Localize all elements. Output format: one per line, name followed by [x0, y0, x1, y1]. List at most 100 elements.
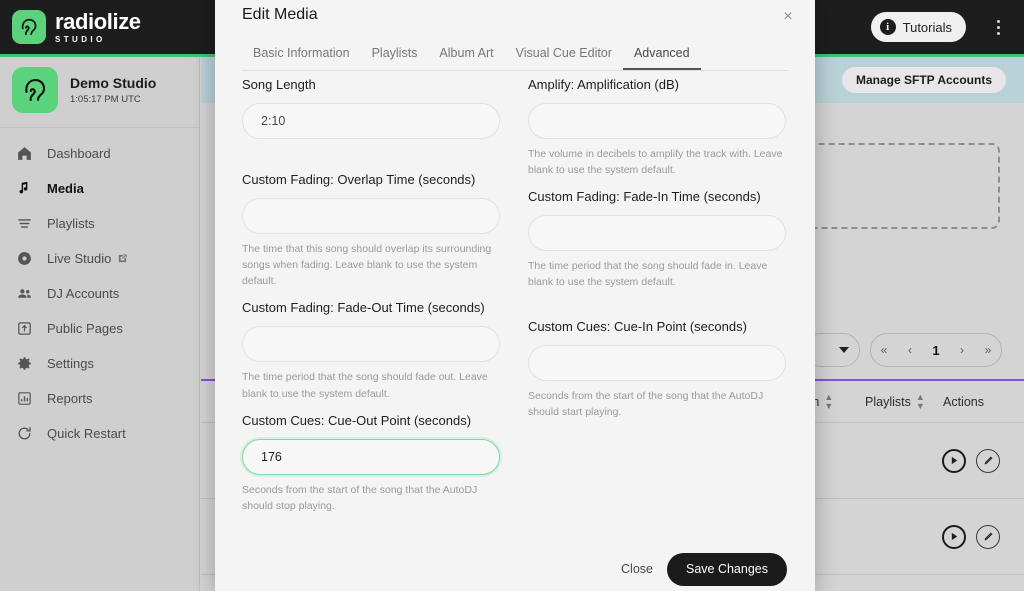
- refresh-icon: [18, 427, 31, 440]
- play-icon[interactable]: [942, 448, 966, 473]
- advanced-form: Song Length Custom Fading: Overlap Time …: [215, 76, 815, 547]
- field-label: Custom Fading: Fade-Out Time (seconds): [242, 300, 485, 316]
- field-fade-out-time: Custom Fading: Fade-Out Time (seconds) T…: [242, 299, 500, 401]
- field-cue-out-point: Custom Cues: Cue-Out Point (seconds) Sec…: [242, 412, 500, 514]
- sidebar-item-live-studio[interactable]: Live Studio: [0, 241, 199, 276]
- sidebar-item-label: Settings: [47, 356, 94, 371]
- tab-visual-cue-editor[interactable]: Visual Cue Editor: [505, 42, 623, 70]
- sidebar-item-reports[interactable]: Reports: [0, 381, 199, 416]
- edit-icon[interactable]: [976, 448, 1000, 473]
- chevron-down-icon: [839, 347, 849, 353]
- table-toolbar: « ‹ 1 › »: [804, 333, 1002, 367]
- song-length-input[interactable]: [242, 102, 500, 139]
- form-column-left: Song Length Custom Fading: Overlap Time …: [242, 76, 500, 524]
- pagination-first[interactable]: «: [871, 343, 897, 357]
- field-label: Custom Fading: Overlap Time (seconds): [242, 171, 476, 187]
- sidebar: Demo Studio 1:05:17 PM UTC Dashboard Med…: [0, 57, 200, 591]
- kebab-dot: [996, 19, 1000, 23]
- overflow-menu-icon[interactable]: [988, 14, 1008, 40]
- tab-album-art[interactable]: Album Art: [428, 42, 504, 70]
- brand-subtitle: STUDIO: [55, 34, 106, 44]
- home-icon: [18, 147, 31, 160]
- field-help-text: The volume in decibels to amplify the tr…: [528, 147, 783, 177]
- brand-name: radiolize: [55, 8, 141, 34]
- list-icon: [18, 219, 31, 228]
- field-fade-in-time: Custom Fading: Fade-In Time (seconds) Th…: [528, 188, 786, 290]
- station-summary[interactable]: Demo Studio 1:05:17 PM UTC: [0, 57, 199, 128]
- sidebar-item-label: Quick Restart: [47, 426, 126, 441]
- sidebar-item-quick-restart[interactable]: Quick Restart: [0, 416, 199, 451]
- play-icon[interactable]: [942, 524, 966, 549]
- fade-in-time-input[interactable]: [528, 215, 786, 252]
- form-column-right: Amplify: Amplification (dB) The volume i…: [528, 76, 786, 524]
- pagination-current-page[interactable]: 1: [923, 343, 949, 358]
- music-note-icon: [19, 181, 28, 194]
- sidebar-item-media[interactable]: Media: [0, 171, 199, 206]
- app-root: radiolize STUDIO i Tutorials Demo Studio…: [0, 0, 1024, 591]
- tutorials-button[interactable]: i Tutorials: [870, 12, 966, 42]
- tab-playlists[interactable]: Playlists: [361, 42, 429, 70]
- field-help-text: The time period that the song should fad…: [242, 371, 488, 400]
- fade-out-time-input[interactable]: [242, 326, 500, 363]
- brand-ear-icon: [12, 10, 46, 44]
- pagination-next[interactable]: ›: [949, 343, 975, 357]
- cue-in-point-input[interactable]: [528, 344, 786, 381]
- bar-chart-icon: [18, 392, 31, 405]
- station-avatar-icon: [12, 67, 58, 113]
- column-header-actions: Actions: [943, 395, 984, 409]
- field-overlap-time: Custom Fading: Overlap Time (seconds) Th…: [242, 171, 500, 290]
- tab-advanced[interactable]: Advanced: [622, 42, 701, 70]
- users-icon: [18, 289, 31, 298]
- export-box-icon: [18, 322, 31, 335]
- field-help-text: Seconds from the start of the song that …: [242, 483, 478, 512]
- sort-icon: ▲ ▼: [915, 391, 925, 411]
- column-label: Actions: [943, 394, 984, 409]
- kebab-dot: [996, 31, 1000, 35]
- close-icon[interactable]: ×: [777, 6, 799, 28]
- sidebar-item-label: Public Pages: [47, 321, 123, 336]
- column-label: Playlists: [865, 394, 911, 409]
- field-cue-in-point: Custom Cues: Cue-In Point (seconds) Seco…: [528, 318, 786, 420]
- field-help-text: The time that this song should overlap i…: [242, 242, 492, 288]
- sidebar-item-public-pages[interactable]: Public Pages: [0, 311, 199, 346]
- sidebar-item-dj-accounts[interactable]: DJ Accounts: [0, 276, 199, 311]
- gear-icon: [18, 357, 31, 370]
- tutorials-label: Tutorials: [902, 19, 952, 35]
- tab-basic-information[interactable]: Basic Information: [242, 42, 361, 70]
- sidebar-item-label: Dashboard: [47, 146, 111, 161]
- sidebar-item-label: Live Studio: [47, 251, 112, 266]
- kebab-dot: [996, 25, 1000, 29]
- modal-footer: Close Save Changes: [215, 547, 815, 591]
- edit-media-modal: Edit Media × Basic Information Playlists…: [215, 0, 815, 591]
- overlap-time-input[interactable]: [242, 197, 500, 234]
- cue-out-point-input[interactable]: [242, 438, 500, 475]
- station-name: Demo Studio: [70, 75, 157, 91]
- column-header-playlists[interactable]: Playlists ▲ ▼: [865, 391, 925, 411]
- sidebar-item-settings[interactable]: Settings: [0, 346, 199, 381]
- field-amplification: Amplify: Amplification (dB) The volume i…: [528, 76, 786, 178]
- field-label: Custom Cues: Cue-Out Point (seconds): [242, 412, 472, 428]
- edit-icon[interactable]: [976, 524, 1000, 549]
- manage-sftp-accounts-button[interactable]: Manage SFTP Accounts: [841, 67, 1006, 93]
- station-clock: 1:05:17 PM UTC: [70, 94, 141, 105]
- sidebar-item-label: Playlists: [47, 216, 95, 231]
- save-changes-button[interactable]: Save Changes: [666, 552, 787, 586]
- pagination-prev[interactable]: ‹: [897, 343, 923, 357]
- modal-tabs: Basic Information Playlists Album Art Vi…: [242, 42, 788, 71]
- modal-title: Edit Media: [242, 6, 318, 23]
- info-icon: i: [879, 19, 896, 35]
- sidebar-item-label: Reports: [47, 391, 93, 406]
- sidebar-item-playlists[interactable]: Playlists: [0, 206, 199, 241]
- amplification-input[interactable]: [528, 102, 786, 139]
- field-help-text: The time period that the song should fad…: [528, 260, 768, 289]
- field-label: Amplify: Amplification (dB): [528, 77, 679, 92]
- sidebar-item-label: Media: [47, 181, 84, 196]
- sort-icon: ▲ ▼: [824, 391, 834, 411]
- pagination-last[interactable]: »: [975, 343, 1001, 357]
- pagination: « ‹ 1 › »: [870, 333, 1002, 367]
- field-help-text: Seconds from the start of the song that …: [528, 389, 764, 418]
- brand-logo[interactable]: radiolize STUDIO: [12, 10, 141, 44]
- disc-icon: [18, 252, 31, 265]
- sidebar-item-dashboard[interactable]: Dashboard: [0, 136, 199, 171]
- close-button[interactable]: Close: [621, 562, 653, 576]
